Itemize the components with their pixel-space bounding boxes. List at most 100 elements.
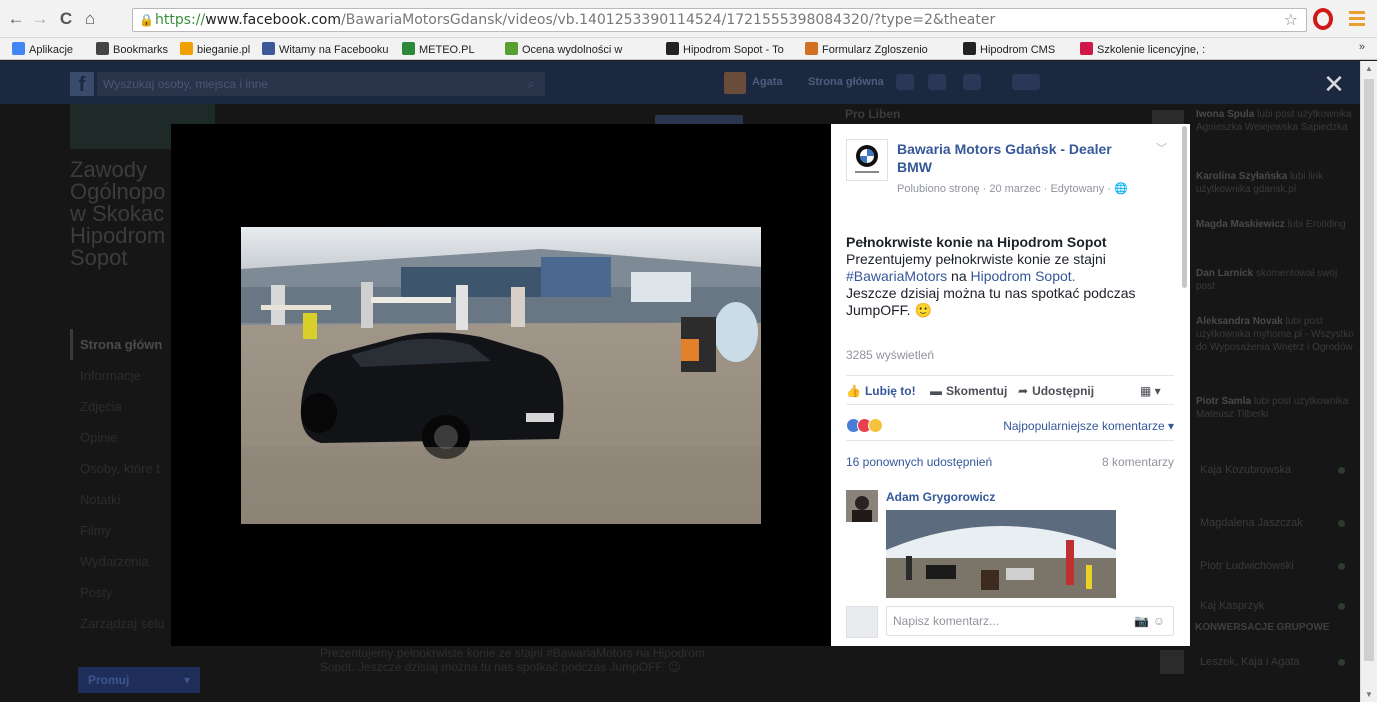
ticker-text: Karolina Szyłańska lubi link użytkownika… bbox=[1196, 170, 1356, 196]
bookmark-item[interactable]: Formularz Zgloszenio bbox=[805, 42, 928, 57]
page-scrollbar[interactable]: ▲ ▼ bbox=[1360, 61, 1377, 702]
browser-toolbar: ← → C ⌂ 🔒 https://www.facebook.com/Bawar… bbox=[0, 0, 1377, 38]
reload-icon[interactable]: C bbox=[56, 9, 76, 29]
bookmark-label: Aplikacje bbox=[29, 44, 74, 56]
comments-count[interactable]: 8 komentarzy bbox=[1102, 455, 1174, 469]
bookmark-label: Bookmarks bbox=[113, 44, 169, 56]
bookmark-label: METEO.PL bbox=[419, 44, 475, 56]
bookmark-item[interactable]: Aplikacje bbox=[12, 42, 73, 57]
like-button[interactable]: 👍 Lubię to! bbox=[846, 384, 916, 398]
bmw-logo-icon[interactable] bbox=[846, 139, 888, 181]
fb-left-nav-item[interactable]: Zarządzaj selu bbox=[70, 608, 185, 639]
camera-icon[interactable]: 📷 bbox=[1134, 607, 1149, 635]
ticker-name: Aleksandra Novak bbox=[1196, 316, 1283, 327]
friend-requests-icon[interactable] bbox=[896, 74, 914, 90]
comment-photo[interactable] bbox=[886, 510, 1116, 598]
post-body: Prezentujemy pełnokrwiste konie ze stajn… bbox=[846, 251, 1166, 285]
lock-icon: 🔒 bbox=[139, 13, 154, 27]
share-icon: ➦ bbox=[1018, 384, 1029, 398]
post-as-selector[interactable]: ▦ ▾ bbox=[1140, 384, 1161, 398]
comment-input[interactable]: Napisz komentarz... 📷 ☺ bbox=[886, 606, 1174, 636]
notifications-icon[interactable] bbox=[963, 74, 981, 90]
comment-sort-dropdown[interactable]: Najpopularniejsze komentarze ▾ bbox=[1003, 419, 1174, 433]
comment-composer: Napisz komentarz... 📷 ☺ bbox=[846, 604, 1174, 638]
panel-scrollbar-thumb[interactable] bbox=[1182, 126, 1187, 288]
bookmark-favicon-icon bbox=[505, 42, 518, 55]
commenter-name-link[interactable]: Adam Grygorowicz bbox=[886, 490, 995, 504]
comment-button[interactable]: ▬ Skomentuj bbox=[930, 384, 1007, 398]
fb-top-bar: f Wyszukaj osoby, miejsca i inne ⌕ Agata… bbox=[0, 61, 1360, 104]
place-link[interactable]: Hipodrom Sopot. bbox=[971, 268, 1076, 284]
post-side-panel: Bawaria Motors Gdańsk - Dealer BMW Polub… bbox=[831, 124, 1190, 646]
settings-menu-icon[interactable] bbox=[1012, 74, 1040, 90]
facebook-logo-icon[interactable]: f bbox=[70, 72, 94, 96]
thumbs-up-icon: 👍 bbox=[846, 384, 861, 398]
fb-left-nav-item[interactable]: Filmy bbox=[70, 515, 185, 546]
post-body-2: na bbox=[947, 268, 971, 284]
fb-left-nav-item[interactable]: Wydarzenia bbox=[70, 546, 185, 577]
fb-left-nav-item[interactable]: Posty bbox=[70, 577, 185, 608]
close-theater-icon[interactable]: ✕ bbox=[1320, 70, 1348, 98]
scroll-down-icon[interactable]: ▼ bbox=[1365, 690, 1373, 699]
bookmark-label: Formularz Zgloszenio bbox=[822, 44, 928, 56]
bookmark-item[interactable]: Szkolenie licencyjne, : bbox=[1080, 42, 1205, 57]
bookmark-star-icon[interactable]: ☆ bbox=[1284, 9, 1298, 31]
forward-arrow-icon[interactable]: → bbox=[30, 9, 50, 29]
browser-menu-icon[interactable] bbox=[1349, 11, 1365, 29]
opera-logo-icon[interactable] bbox=[1313, 8, 1333, 30]
ticker-name: Piotr Samla bbox=[1196, 396, 1252, 407]
ticker-name: Magda Maskiewicz bbox=[1196, 219, 1285, 230]
fb-left-nav-item[interactable]: Informacje bbox=[70, 360, 185, 391]
bookmark-label: Witamy na Facebooku bbox=[279, 44, 389, 56]
fb-profile-link[interactable]: Agata bbox=[752, 76, 783, 88]
scrollbar-thumb[interactable] bbox=[1364, 79, 1374, 661]
bookmark-item[interactable]: bieganie.pl bbox=[180, 42, 250, 57]
fb-left-nav-item[interactable]: Opinie bbox=[70, 422, 185, 453]
ticker-text: Iwona Spula lubi post użytkownika Agnies… bbox=[1196, 108, 1356, 134]
ticker-action: lubi Erotiding bbox=[1287, 219, 1346, 230]
shares-count-link[interactable]: 16 ponownych udostępnień bbox=[846, 455, 992, 469]
comment-label: Skomentuj bbox=[946, 384, 1008, 398]
messages-icon[interactable] bbox=[928, 74, 946, 90]
share-button[interactable]: ➦ Udostępnij bbox=[1018, 384, 1094, 398]
page-name-link[interactable]: Bawaria Motors Gdańsk - Dealer BMW bbox=[897, 140, 1142, 176]
post-text: Pełnokrwiste konie na Hipodrom Sopot Pre… bbox=[846, 234, 1166, 319]
fb-left-nav-item[interactable]: Strona główn bbox=[70, 329, 185, 360]
search-icon[interactable]: ⌕ bbox=[528, 72, 535, 96]
bookmark-favicon-icon bbox=[805, 42, 818, 55]
post-headline: Pełnokrwiste konie na Hipodrom Sopot bbox=[846, 234, 1107, 250]
scroll-up-icon[interactable]: ▲ bbox=[1365, 64, 1373, 73]
page-avatar-icon: ▦ bbox=[1140, 384, 1152, 398]
fb-search-input[interactable]: Wyszukaj osoby, miejsca i inne ⌕ bbox=[97, 72, 545, 96]
fb-home-link[interactable]: Strona główna bbox=[808, 76, 884, 88]
bookmark-item[interactable]: Hipodrom Sopot - To bbox=[666, 42, 784, 57]
chevron-down-icon[interactable]: ﹀ bbox=[1156, 140, 1167, 156]
address-bar[interactable]: 🔒 https://www.facebook.com/BawariaMotors… bbox=[132, 8, 1307, 32]
back-arrow-icon[interactable]: ← bbox=[6, 9, 26, 29]
bookmark-item[interactable]: METEO.PL bbox=[402, 42, 475, 57]
bookmark-item[interactable]: Witamy na Facebooku bbox=[262, 42, 388, 57]
promote-button[interactable]: Promuj ▾ bbox=[78, 667, 200, 693]
fb-left-nav-item[interactable]: Notatki bbox=[70, 484, 185, 515]
ticker-text: Piotr Samla lubi post użytkownika Mateus… bbox=[1196, 395, 1356, 421]
bookmarks-overflow-icon[interactable]: » bbox=[1359, 41, 1365, 53]
fb-left-nav-item[interactable]: Osoby, które t bbox=[70, 453, 185, 484]
reactions-row: Najpopularniejsze komentarze ▾ bbox=[846, 413, 1174, 441]
video-player[interactable] bbox=[241, 227, 761, 524]
chat-group-item[interactable]: Leszek, Kaja i Agata bbox=[1152, 646, 1357, 678]
url-scheme: https:// bbox=[155, 12, 206, 28]
home-icon[interactable]: ⌂ bbox=[80, 9, 100, 29]
online-indicator bbox=[1338, 603, 1345, 610]
avatar[interactable] bbox=[846, 490, 878, 522]
fb-user-avatar[interactable] bbox=[724, 72, 746, 94]
hashtag-link[interactable]: #BawariaMotors bbox=[846, 268, 947, 284]
bookmark-item[interactable]: Bookmarks bbox=[96, 42, 168, 57]
ticker-name: Dan Larnick bbox=[1196, 268, 1254, 279]
chat-contact-name: Magdalena Jaszczak bbox=[1200, 517, 1303, 529]
emoji-icon[interactable]: ☺ bbox=[1153, 607, 1165, 635]
fb-left-nav-item[interactable]: Zdjęcia bbox=[70, 391, 185, 422]
online-indicator bbox=[1338, 467, 1345, 474]
bookmark-item[interactable]: Hipodrom CMS bbox=[963, 42, 1055, 57]
wow-reaction-icon[interactable] bbox=[868, 418, 883, 433]
bookmark-item[interactable]: Ocena wydolności w bbox=[505, 42, 622, 57]
